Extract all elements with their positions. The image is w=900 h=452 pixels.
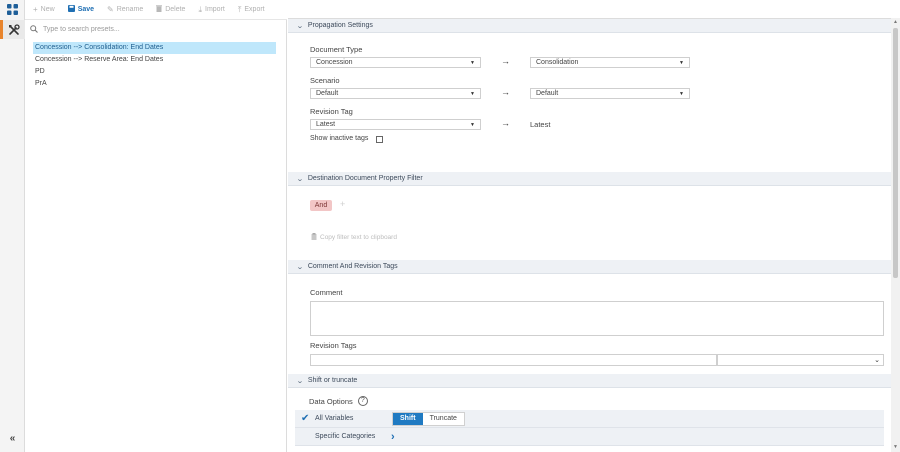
caret-down-icon: ▼	[679, 59, 684, 66]
arrow-right-icon: →	[501, 56, 510, 66]
caret-down-icon: ▼	[679, 90, 684, 97]
delete-button[interactable]: Delete	[156, 5, 185, 14]
document-type-label: Document Type	[310, 45, 363, 54]
document-type-to-select[interactable]: Consolidation ▼	[530, 57, 690, 68]
new-button[interactable]: + New	[33, 4, 55, 14]
data-options-label: Data Options ?	[309, 396, 368, 406]
caret-down-icon: ▼	[470, 90, 475, 97]
truncate-button[interactable]: Truncate	[423, 413, 464, 425]
scrollbar[interactable]: ▲ ▼	[891, 18, 900, 452]
chevron-down-icon: ⌄	[874, 357, 880, 364]
show-inactive-checkbox[interactable]	[376, 136, 383, 143]
apps-grid-icon[interactable]	[0, 0, 25, 19]
chevron-down-icon: ⌄	[296, 263, 304, 271]
floppy-disk-icon	[67, 5, 75, 14]
plus-icon: +	[33, 4, 38, 14]
shift-truncate-header[interactable]: ⌄ Shift or truncate	[288, 374, 891, 388]
revision-tag-from-select[interactable]: Latest ▼	[310, 119, 481, 130]
document-type-from-select[interactable]: Concession ▼	[310, 57, 481, 68]
caret-down-icon: ▼	[470, 59, 475, 66]
list-item[interactable]: Concession --> Consolidation: End Dates	[33, 42, 276, 54]
preset-list: Concession --> Consolidation: End Dates …	[33, 42, 276, 90]
settings-panel: ⌄ Propagation Settings Document Type Con…	[288, 18, 891, 452]
chevron-right-icon[interactable]: ›	[391, 431, 395, 443]
revision-tag-to-value: Latest	[530, 120, 551, 129]
upload-icon: ⤒	[237, 4, 242, 14]
revision-tags-label: Revision Tags	[310, 341, 357, 350]
table-row[interactable]: Specific Categories ›	[295, 428, 884, 446]
comment-label: Comment	[310, 288, 343, 297]
chevron-down-icon: ⌄	[296, 22, 304, 30]
scenario-to-select[interactable]: Default ▼	[530, 88, 690, 99]
import-button[interactable]: ⤓ Import	[198, 4, 224, 14]
search-input[interactable]	[43, 26, 263, 33]
rename-button[interactable]: ✎ Rename	[107, 4, 143, 14]
shift-button[interactable]: Shift	[393, 412, 423, 425]
scroll-thumb[interactable]	[893, 28, 898, 278]
save-button[interactable]: Save	[67, 5, 94, 14]
shift-truncate-toggle: Shift Truncate	[392, 411, 465, 426]
icon-rail: «	[0, 0, 25, 452]
export-button[interactable]: ⤒ Export	[237, 4, 265, 14]
arrow-right-icon: →	[501, 118, 510, 128]
presets-panel: Concession --> Consolidation: End Dates …	[25, 20, 287, 452]
clipboard-icon	[311, 233, 317, 242]
chevron-down-icon: ⌄	[296, 377, 304, 385]
list-item[interactable]: Concession --> Reserve Area: End Dates	[33, 54, 276, 66]
copy-filter-button[interactable]: Copy filter text to clipboard	[311, 233, 397, 242]
comment-revision-header[interactable]: ⌄ Comment And Revision Tags	[288, 260, 891, 274]
show-inactive-label: Show inactive tags	[310, 135, 369, 142]
arrow-right-icon: →	[501, 87, 510, 97]
checkmark-icon: ✔	[301, 413, 310, 424]
scroll-up-icon[interactable]: ▲	[892, 19, 899, 26]
scroll-down-icon[interactable]: ▼	[892, 444, 899, 451]
propagation-settings-header[interactable]: ⌄ Propagation Settings	[288, 19, 891, 33]
search-icon	[30, 24, 38, 35]
property-filter-header[interactable]: ⌄ Destination Document Property Filter	[288, 172, 891, 186]
trash-icon	[156, 5, 163, 14]
preset-toolbar: + New Save ✎ Rename Delete ⤓ Import ⤒ Ex…	[25, 0, 287, 20]
tools-icon[interactable]	[0, 20, 25, 39]
preset-search	[30, 23, 280, 36]
caret-down-icon: ▼	[470, 121, 475, 128]
help-icon[interactable]: ?	[357, 396, 368, 406]
scenario-from-select[interactable]: Default ▼	[310, 88, 481, 99]
revision-tag-label: Revision Tag	[310, 107, 353, 116]
revision-tags-input[interactable]	[310, 354, 717, 366]
list-item[interactable]: PrA	[33, 78, 276, 90]
add-filter-icon[interactable]: +	[340, 199, 345, 209]
download-icon: ⤓	[198, 4, 202, 14]
chevron-down-icon: ⌄	[296, 175, 304, 183]
double-chevron-left-icon[interactable]: «	[0, 429, 25, 448]
all-variables-label: All Variables	[315, 415, 354, 422]
scenario-label: Scenario	[310, 76, 340, 85]
table-row: ✔ All Variables Shift Truncate	[295, 410, 884, 428]
and-operator-chip[interactable]: And	[310, 200, 332, 211]
specific-categories-label: Specific Categories	[315, 433, 376, 440]
revision-tags-select[interactable]: ⌄	[717, 354, 884, 366]
comment-textarea[interactable]	[310, 301, 884, 336]
data-options-table: ✔ All Variables Shift Truncate Specific …	[295, 410, 884, 446]
pencil-icon: ✎	[107, 4, 114, 14]
list-item[interactable]: PD	[33, 66, 276, 78]
